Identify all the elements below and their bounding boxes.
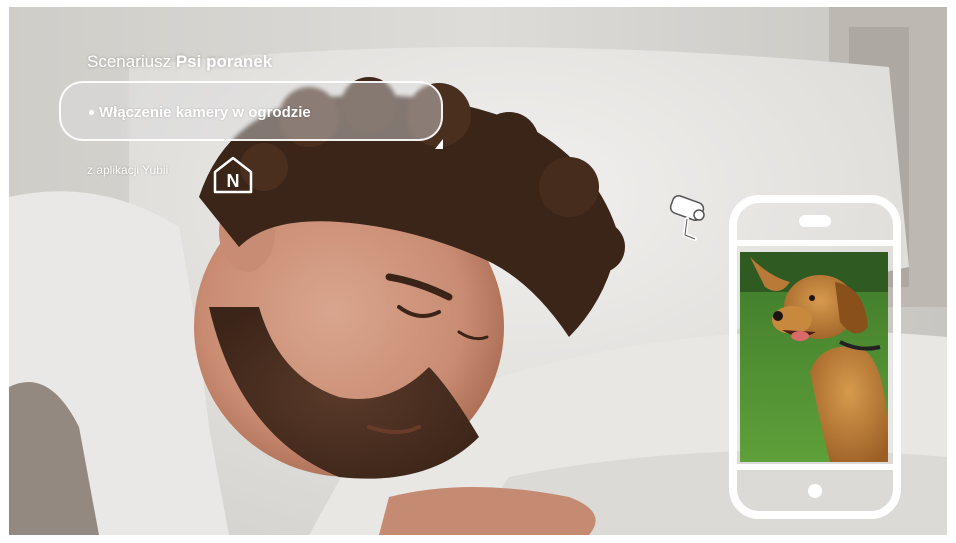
house-n-icon: N <box>213 156 253 194</box>
video-frame: Scenariusz Psi poranek Włączenie kamery … <box>9 7 947 535</box>
security-camera-icon <box>669 195 705 241</box>
source-text: z aplikacji Yubii <box>87 163 169 177</box>
pill-tail <box>435 139 443 149</box>
bullet-dot <box>89 110 94 115</box>
app-logo-letter: N <box>227 171 240 191</box>
scenario-prefix: Scenariusz <box>87 52 172 71</box>
scenario-name: Psi poranek <box>175 52 273 71</box>
action-label: Włączenie kamery w ogrodzie <box>99 104 311 121</box>
camera-feed-image <box>740 252 888 462</box>
scenario-title: Scenariusz Psi poranek <box>87 52 272 72</box>
action-pill: Włączenie kamery w ogrodzie <box>59 81 443 141</box>
